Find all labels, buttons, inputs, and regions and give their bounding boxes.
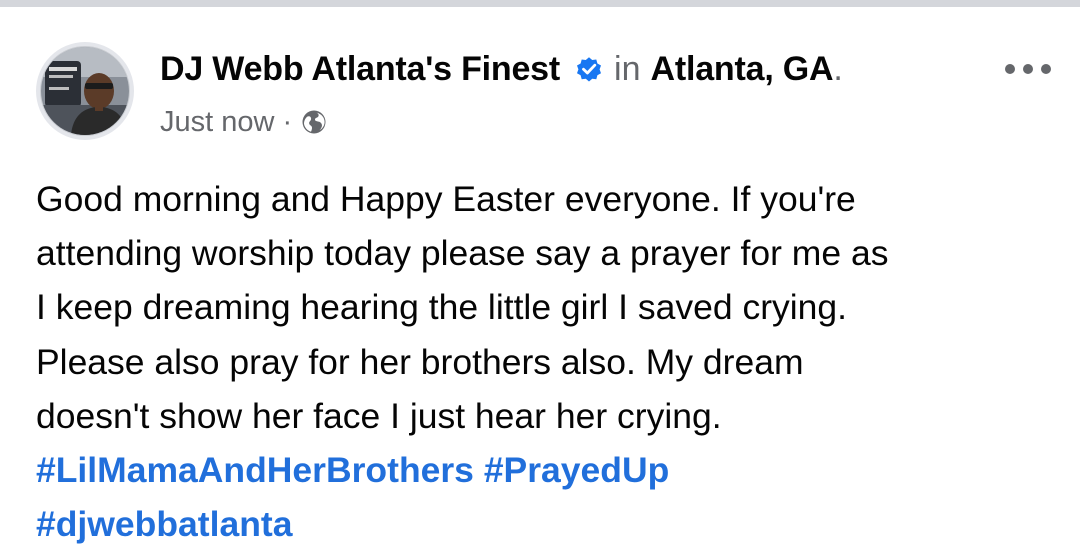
meta-separator: · bbox=[282, 105, 293, 138]
more-horizontal-icon bbox=[1005, 64, 1051, 74]
hashtag-link-lilmamaandherbrothers[interactable]: #LilMamaAndHerBrothers bbox=[36, 450, 474, 490]
avatar-photo-image bbox=[41, 47, 129, 135]
post-text-line: I keep dreaming hearing the little girl … bbox=[36, 287, 848, 328]
post-body: Good morning and Happy Easter everyone. … bbox=[36, 172, 1066, 551]
author-name-link[interactable]: DJ Webb Atlanta's Finest bbox=[160, 50, 560, 89]
post-text-line: Good morning and Happy Easter everyone. … bbox=[36, 179, 856, 219]
timestamp-link[interactable]: Just now bbox=[160, 106, 274, 139]
globe-icon[interactable] bbox=[301, 109, 327, 135]
post-card: DJ Webb Atlanta's Finest in Atlanta, GA … bbox=[0, 7, 1080, 548]
author-line: DJ Webb Atlanta's Finest in Atlanta, GA … bbox=[160, 47, 843, 91]
hashtag-link-djwebbatlanta[interactable]: #djwebbatlanta bbox=[36, 504, 292, 544]
verified-badge-icon bbox=[574, 54, 604, 84]
hashtag-line: #LilMamaAndHerBrothers #PrayedUp bbox=[36, 443, 1066, 497]
hashtag-link-prayedup[interactable]: #PrayedUp bbox=[484, 450, 669, 490]
post-meta: Just now · bbox=[160, 104, 327, 140]
location-link[interactable]: Atlanta, GA bbox=[650, 50, 833, 89]
more-options-button[interactable] bbox=[996, 49, 1060, 89]
location-prefix: in bbox=[614, 49, 641, 88]
top-divider bbox=[0, 0, 1080, 7]
location-suffix: . bbox=[833, 49, 843, 88]
post-text-line: doesn't show her face I just hear her cr… bbox=[36, 395, 722, 436]
post-text-line: Please also pray for her brothers also. … bbox=[36, 341, 804, 382]
avatar-photo bbox=[40, 46, 130, 136]
post-text-line: attending worship today please say a pra… bbox=[36, 233, 889, 274]
hashtag-line: #djwebbatlanta bbox=[36, 497, 1066, 551]
author-avatar[interactable] bbox=[36, 42, 134, 140]
